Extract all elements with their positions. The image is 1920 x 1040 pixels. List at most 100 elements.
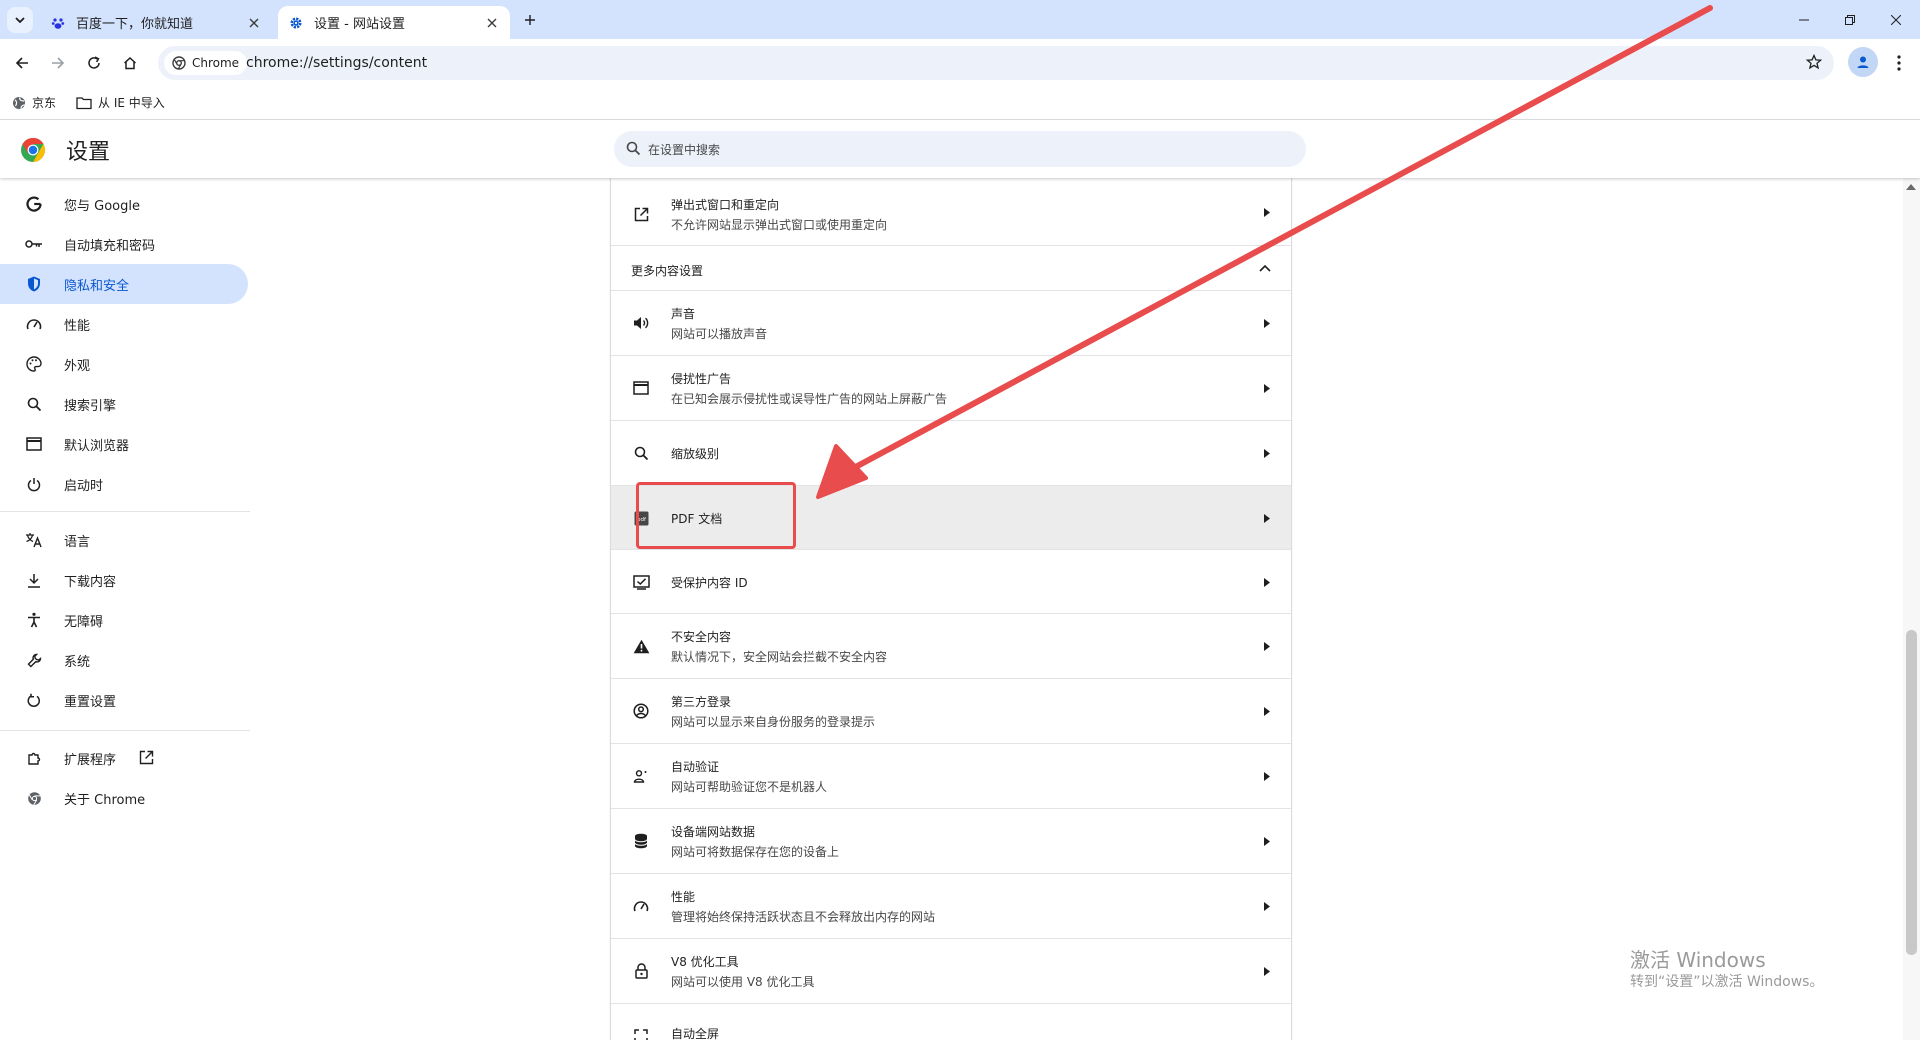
forward-button[interactable] (46, 51, 70, 75)
zoom-icon (631, 443, 651, 463)
sidebar-item-accessibility[interactable]: 无障碍 (0, 600, 248, 640)
setting-subtitle: 不允许网站显示弹出式窗口或使用重定向 (671, 218, 888, 232)
account-circle-icon (631, 701, 651, 721)
setting-title: 设备端网站数据 (671, 825, 756, 839)
more-content-settings-header[interactable]: 更多内容设置 (611, 246, 1291, 291)
download-icon (24, 570, 44, 590)
search-icon (24, 394, 44, 414)
sidebar-item-on-startup[interactable]: 启动时 (0, 464, 248, 504)
arrow-right-icon (1261, 576, 1273, 588)
google-g-icon (24, 194, 44, 214)
setting-subtitle: 默认情况下，安全网站会拦截不安全内容 (671, 650, 888, 664)
setting-subtitle: 网站可将数据保存在您的设备上 (671, 845, 840, 859)
sidebar-item-label: 外观 (64, 359, 91, 374)
volume-icon (631, 313, 651, 333)
chrome-icon (24, 788, 44, 808)
close-window-button[interactable] (1872, 0, 1920, 39)
site-info-chip[interactable]: Chrome (164, 51, 248, 75)
shield-icon (24, 274, 44, 294)
palette-icon (24, 354, 44, 374)
setting-title: V8 优化工具 (671, 955, 739, 969)
arrow-right-icon (1261, 447, 1273, 459)
setting-row-third-party-sign-in[interactable]: 第三方登录 网站可以显示来自身份服务的登录提示 (611, 679, 1291, 744)
tab-search-button[interactable] (7, 7, 33, 33)
bookmark-jd[interactable]: 京东 (12, 94, 56, 111)
sidebar-item-label: 关于 Chrome (64, 793, 146, 808)
setting-row-intrusive-ads[interactable]: 侵扰性广告 在已知会展示侵扰性或误导性广告的网站上屏蔽广告 (611, 356, 1291, 421)
reload-button[interactable] (82, 51, 106, 75)
setting-title: 性能 (671, 890, 696, 904)
setting-row-v8-optimizer[interactable]: V8 优化工具 网站可以使用 V8 优化工具 (611, 939, 1291, 1004)
lock-icon (631, 961, 651, 981)
setting-row-auto-verify[interactable]: 自动验证 网站可帮助验证您不是机器人 (611, 744, 1291, 809)
arrow-right-icon (1261, 900, 1273, 912)
sidebar-item-label: 扩展程序 (64, 753, 117, 768)
person-icon (1857, 56, 1869, 68)
sidebar-item-performance[interactable]: 性能 (0, 304, 248, 344)
open-in-new-icon (139, 750, 154, 765)
sidebar-item-extensions[interactable]: 扩展程序 (0, 738, 248, 778)
url-text[interactable]: chrome://settings/content (246, 55, 427, 71)
profile-avatar[interactable] (1848, 47, 1878, 77)
sidebar-item-appearance[interactable]: 外观 (0, 344, 248, 384)
sidebar-item-languages[interactable]: 语言 (0, 520, 248, 560)
home-button[interactable] (118, 51, 142, 75)
arrow-right-icon (1261, 705, 1273, 717)
setting-row-performance[interactable]: 性能 管理将始终保持活跃状态且不会释放出内存的网站 (611, 874, 1291, 939)
settings-search-input[interactable]: 在设置中搜索 (614, 131, 1306, 167)
home-icon (123, 56, 137, 70)
minimize-button[interactable] (1780, 0, 1828, 39)
setting-subtitle: 网站可以使用 V8 优化工具 (671, 975, 815, 989)
sidebar-item-about-chrome[interactable]: 关于 Chrome (0, 778, 248, 818)
setting-row-zoom-levels[interactable]: 缩放级别 (611, 421, 1291, 486)
annotation-highlight-box (636, 482, 796, 549)
restore-button[interactable] (1826, 0, 1874, 39)
arrow-right-icon (1261, 512, 1273, 524)
sidebar-item-privacy[interactable]: 隐私和安全 (0, 264, 248, 304)
sidebar-item-you-and-google[interactable]: 您与 Google (0, 184, 248, 224)
close-icon[interactable] (484, 15, 500, 31)
page-title: 设置 (66, 140, 111, 165)
tab-settings[interactable]: 设置 - 网站设置 (278, 6, 510, 39)
setting-row-insecure-content[interactable]: 不安全内容 默认情况下，安全网站会拦截不安全内容 (611, 614, 1291, 679)
setting-row-auto-fullscreen[interactable]: 自动全屏 (611, 1004, 1291, 1040)
scroll-up-arrow-icon[interactable] (1906, 182, 1916, 190)
sidebar-item-label: 性能 (64, 319, 91, 334)
bookmark-label: 从 IE 中导入 (98, 96, 165, 110)
scrollbar-thumb[interactable] (1906, 630, 1917, 955)
power-icon (24, 474, 44, 494)
sidebar-item-label: 隐私和安全 (64, 279, 130, 294)
setting-row-protected-content[interactable]: 受保护内容 ID (611, 550, 1291, 614)
folder-icon (76, 96, 92, 110)
bookmark-star-icon[interactable] (1805, 53, 1823, 74)
sidebar-item-search-engine[interactable]: 搜索引擎 (0, 384, 248, 424)
setting-row-sound[interactable]: 声音 网站可以播放声音 (611, 291, 1291, 356)
arrow-right-icon (1261, 835, 1273, 847)
address-bar[interactable]: Chrome chrome://settings/content (158, 46, 1834, 80)
close-icon[interactable] (246, 15, 262, 31)
sidebar-item-autofill[interactable]: 自动填充和密码 (0, 224, 248, 264)
sidebar-item-system[interactable]: 系统 (0, 640, 248, 680)
menu-button[interactable] (1888, 51, 1910, 75)
sidebar-item-label: 启动时 (64, 479, 104, 494)
tab-baidu[interactable]: 百度一下，你就知道 (40, 6, 272, 39)
setting-row-on-device-site-data[interactable]: 设备端网站数据 网站可将数据保存在您的设备上 (611, 809, 1291, 874)
sidebar-item-reset[interactable]: 重置设置 (0, 680, 248, 720)
sidebar-item-default-browser[interactable]: 默认浏览器 (0, 424, 248, 464)
new-tab-button[interactable] (518, 8, 542, 32)
sidebar-item-label: 下载内容 (64, 575, 117, 590)
search-icon (626, 141, 641, 160)
database-icon (631, 831, 651, 851)
settings-header: 设置 在设置中搜索 (0, 120, 1920, 178)
setting-subtitle: 网站可以显示来自身份服务的登录提示 (671, 715, 876, 729)
back-button[interactable] (10, 51, 34, 75)
bookmark-ie-import[interactable]: 从 IE 中导入 (76, 94, 165, 111)
setting-title: 声音 (671, 307, 696, 321)
setting-row-popups[interactable]: 弹出式窗口和重定向 不允许网站显示弹出式窗口或使用重定向 (611, 178, 1291, 246)
sidebar-item-downloads[interactable]: 下载内容 (0, 560, 248, 600)
chevron-up-icon (1259, 262, 1271, 274)
puzzle-icon (24, 748, 44, 768)
setting-subtitle: 网站可帮助验证您不是机器人 (671, 780, 828, 794)
accessibility-icon (24, 610, 44, 630)
sidebar-item-label: 无障碍 (64, 615, 104, 630)
